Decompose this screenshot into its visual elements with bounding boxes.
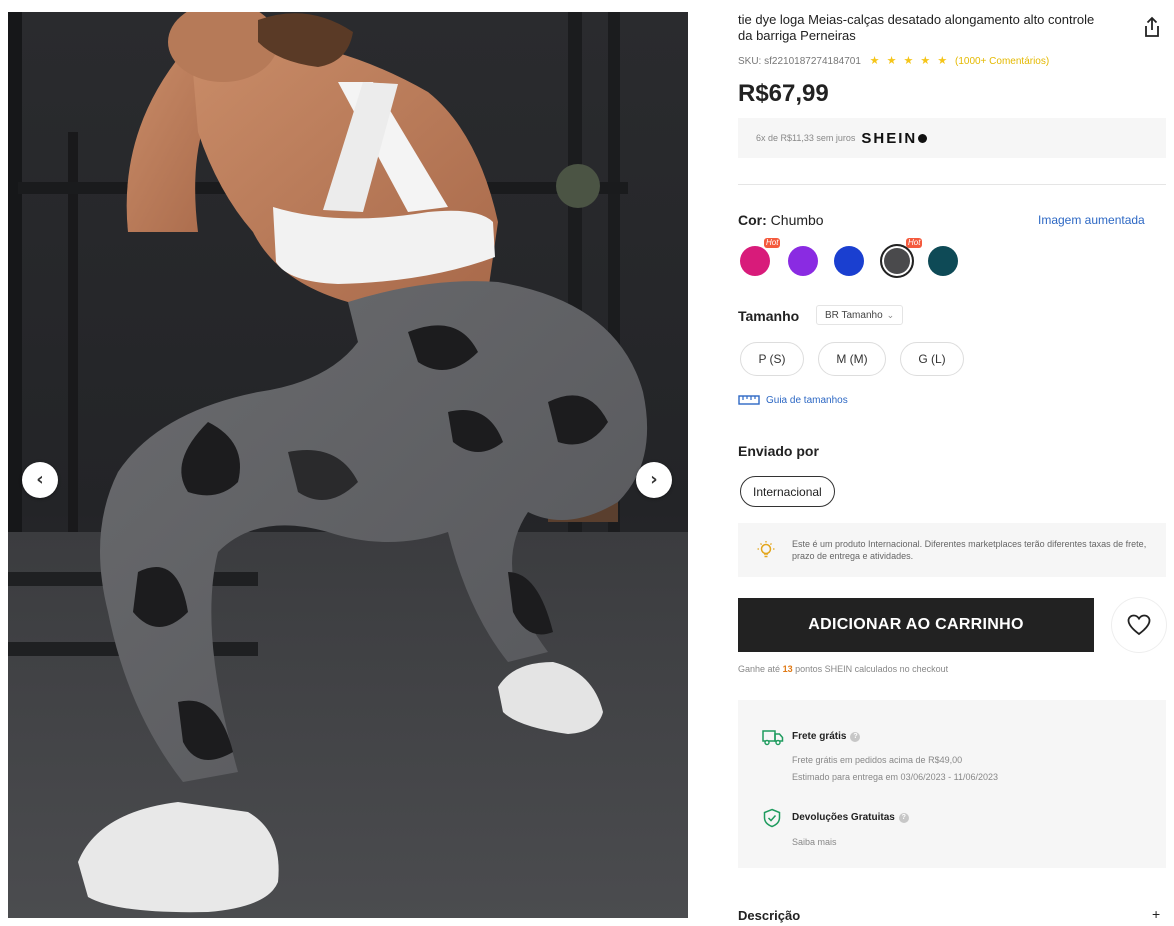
- info-icon: [918, 133, 928, 143]
- color-swatch-blue[interactable]: [834, 246, 864, 276]
- product-photo: [8, 12, 688, 918]
- size-guide-link[interactable]: Guia de tamanhos: [738, 394, 848, 406]
- color-swatch-charcoal[interactable]: [880, 244, 914, 278]
- previous-image-button[interactable]: ‹: [22, 462, 58, 498]
- shield-check-icon: [763, 808, 781, 828]
- installment-banner[interactable]: 6x de R$11,33 sem juros SHEIN: [738, 118, 1166, 158]
- heart-icon: [1127, 614, 1151, 636]
- ruler-icon: [738, 395, 760, 405]
- product-title: tie dye loga Meias-calças desatado along…: [738, 12, 1095, 43]
- chevron-right-icon: ›: [650, 469, 658, 490]
- free-returns-label: Devoluções Gratuitas: [792, 812, 895, 823]
- shipped-by-label: Enviado por: [738, 443, 819, 459]
- product-price: R$67,99: [738, 80, 829, 107]
- hot-badge: Hot: [906, 238, 923, 248]
- free-returns-title: Devoluções Gratuitas ?: [792, 812, 909, 823]
- international-notice: Este é um produto Internacional. Diferen…: [738, 523, 1166, 577]
- delivery-estimate: Estimado para entrega em 03/06/2023 - 11…: [792, 772, 998, 782]
- description-heading[interactable]: Descrição: [738, 908, 800, 923]
- truck-icon: [762, 730, 784, 746]
- color-swatch-purple[interactable]: [788, 246, 818, 276]
- divider: [738, 184, 1166, 185]
- share-icon[interactable]: [1142, 16, 1162, 38]
- color-swatches: Hot Hot: [738, 238, 1038, 278]
- question-icon[interactable]: ?: [850, 731, 861, 742]
- rating-stars: ★ ★ ★ ★ ★: [869, 55, 950, 67]
- sku-row: SKU: sf2210187274184701 ★ ★ ★ ★ ★ (1000+…: [738, 54, 1168, 67]
- international-notice-text: Este é um produto Internacional. Diferen…: [792, 539, 1147, 561]
- reviews-link[interactable]: (1000+ Comentários): [955, 56, 1049, 67]
- learn-more-link[interactable]: Saiba mais: [792, 834, 837, 851]
- installment-text: 6x de R$11,33 sem juros: [756, 133, 856, 143]
- points-value: 13: [782, 664, 793, 674]
- size-option-m[interactable]: M (M): [818, 342, 886, 376]
- shipping-info-box: Frete grátis ? Frete grátis em pedidos a…: [738, 700, 1166, 868]
- next-image-button[interactable]: ›: [636, 462, 672, 498]
- size-guide-label: Guia de tamanhos: [766, 394, 848, 406]
- color-label-title: Cor:: [738, 212, 767, 228]
- size-option-p[interactable]: P (S): [740, 342, 804, 376]
- international-option[interactable]: Internacional: [740, 476, 835, 507]
- points-prefix: Ganhe até: [738, 664, 781, 674]
- sku-text: SKU: sf2210187274184701: [738, 56, 861, 67]
- color-swatch-pink[interactable]: [740, 246, 770, 276]
- free-shipping-threshold: Frete grátis em pedidos acima de R$49,00: [792, 755, 963, 765]
- lightbulb-icon: [757, 541, 775, 558]
- color-label: Cor: Chumbo: [738, 212, 824, 228]
- free-shipping-label: Frete grátis: [792, 731, 847, 742]
- size-label: Tamanho: [738, 308, 800, 324]
- size-option-g[interactable]: G (L): [900, 342, 964, 376]
- product-image-gallery: ‹ ›: [8, 12, 688, 918]
- expand-description-icon[interactable]: +: [1152, 906, 1160, 922]
- size-system-dropdown[interactable]: BR Tamanho ⌄: [816, 305, 904, 325]
- question-icon[interactable]: ?: [898, 812, 909, 823]
- chevron-left-icon: ‹: [36, 469, 44, 490]
- enlarged-image-link[interactable]: Imagem aumentada: [1038, 213, 1145, 227]
- wishlist-button[interactable]: [1112, 598, 1166, 652]
- size-system-value: BR Tamanho: [825, 309, 883, 321]
- color-swatch-teal[interactable]: [928, 246, 958, 276]
- points-info: Ganhe até 13 pontos SHEIN calculados no …: [738, 664, 948, 674]
- shein-logo: SHEIN: [861, 129, 918, 147]
- hot-badge: Hot: [764, 238, 781, 248]
- free-shipping-title: Frete grátis ?: [792, 731, 861, 742]
- product-details-panel: tie dye loga Meias-calças desatado along…: [738, 0, 1168, 926]
- points-suffix: pontos SHEIN calculados no checkout: [795, 664, 949, 674]
- color-value: Chumbo: [770, 212, 824, 228]
- free-shipping-details: Frete grátis em pedidos acima de R$49,00…: [792, 752, 998, 786]
- chevron-down-icon: ⌄: [886, 309, 895, 320]
- add-to-cart-button[interactable]: ADICIONAR AO CARRINHO: [738, 598, 1094, 652]
